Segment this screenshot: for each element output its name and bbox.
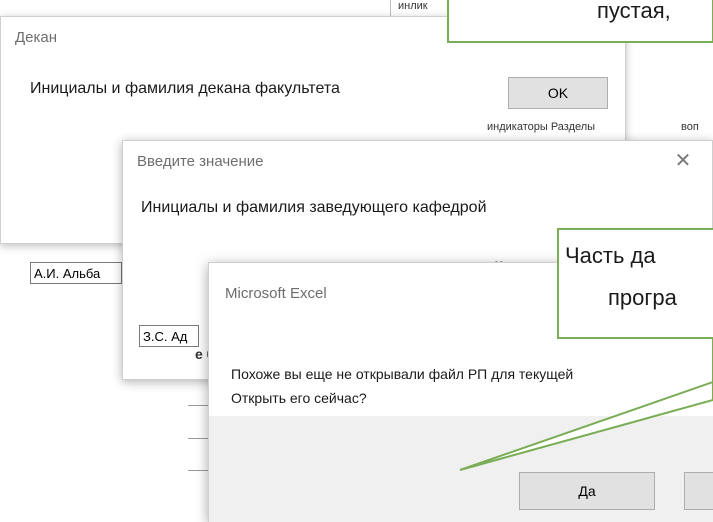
sheet-header-fragment-2: воп (681, 121, 711, 135)
no-button[interactable] (684, 472, 713, 510)
yes-button[interactable]: Да (519, 472, 655, 510)
excel-dialog-message-line2: Открыть его сейчас? (231, 390, 367, 406)
sheet-gridline (188, 438, 210, 439)
excel-dialog-footer: Да (209, 416, 713, 522)
sheet-gridline (188, 405, 210, 406)
callout-top-text: пустая, (597, 0, 671, 23)
input-value-dialog-prompt: Инициалы и фамилия заведующего кафедрой (141, 199, 487, 216)
sheet-gridline (188, 470, 210, 471)
ok-button[interactable]: OK (508, 77, 608, 109)
dean-dialog-prompt: Инициалы и фамилия декана факультета (30, 80, 340, 97)
close-icon[interactable]: ✕ (671, 149, 695, 173)
excel-dialog-message-line1: Похоже вы еще не открывали файл РП для т… (231, 366, 574, 382)
head-name-input[interactable]: З.С. Ад (139, 325, 199, 347)
dean-name-input-visible[interactable]: А.И. Альба (30, 262, 122, 284)
callout-middle-line2: програ (608, 285, 677, 310)
dean-dialog-title: Декан (15, 28, 58, 46)
input-value-dialog-title: Введите значение (137, 152, 264, 170)
sheet-header-fragment: индикаторы Разделы (487, 121, 617, 135)
sheet-fragment-top: инлик (398, 0, 428, 12)
callout-middle-line1: Часть да (565, 243, 656, 268)
